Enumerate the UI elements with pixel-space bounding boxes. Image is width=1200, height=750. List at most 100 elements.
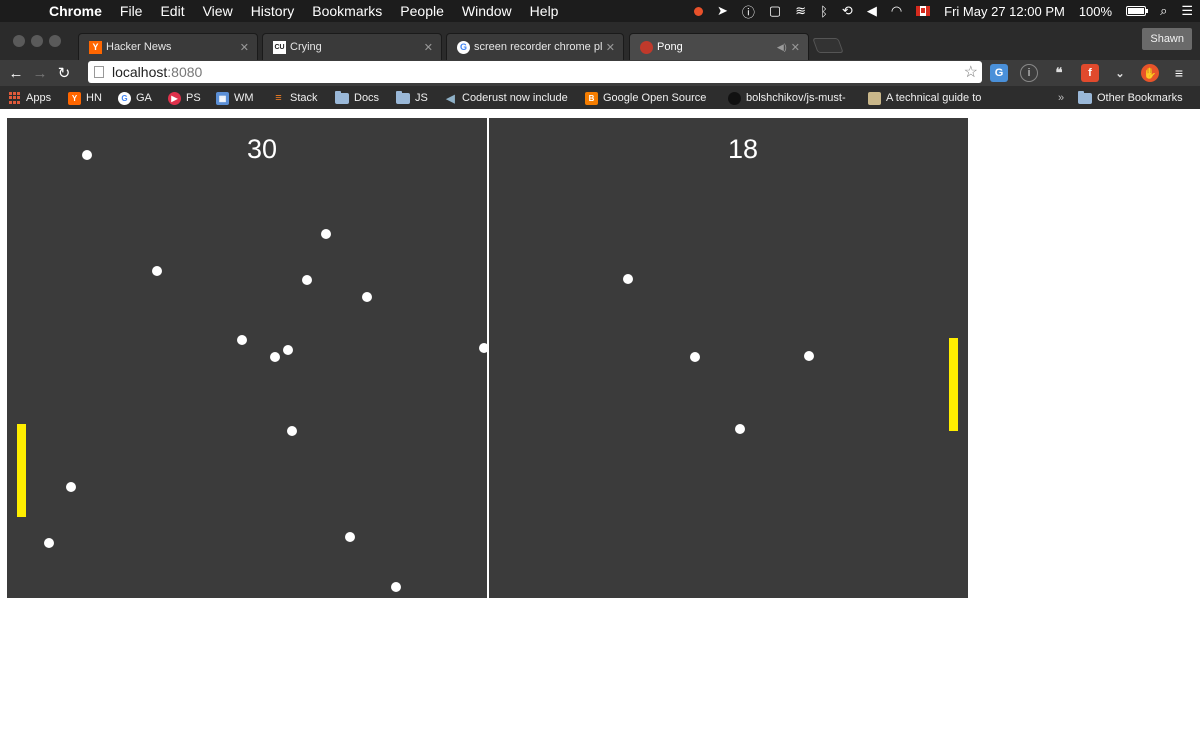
bookmark-technical-guide[interactable]: A technical guide to — [868, 90, 996, 106]
ball — [66, 482, 76, 492]
time-machine-icon[interactable]: ⟲ — [842, 3, 853, 19]
hacker-news-icon: Y — [68, 91, 81, 105]
audio-icon[interactable]: ◀) — [777, 42, 787, 53]
bookmark-ps[interactable]: ▶ PS — [168, 90, 201, 106]
close-icon[interactable]: ✕ — [240, 41, 249, 54]
translate-extension-icon[interactable]: G — [990, 64, 1008, 82]
browser-toolbar: ← → ↻ localhost:8080 ☆ G i ❝ f ⌄ ✋ ≡ — [0, 60, 1200, 86]
location-icon[interactable]: ➤ — [717, 3, 728, 19]
ball — [391, 582, 401, 592]
tab-crying[interactable]: CU Crying ✕ — [262, 33, 442, 60]
menu-file[interactable]: File — [111, 3, 152, 19]
ball — [690, 352, 700, 362]
ball — [479, 343, 489, 353]
recording-icon[interactable] — [693, 6, 703, 16]
feedback-extension-icon[interactable]: ❝ — [1050, 64, 1068, 82]
hacker-news-icon: Y — [89, 40, 102, 54]
address-bar[interactable]: localhost:8080 ☆ — [88, 61, 982, 83]
bookmark-docs[interactable]: Docs — [335, 90, 379, 106]
menu-window[interactable]: Window — [453, 3, 521, 19]
minimize-window-button[interactable] — [31, 35, 43, 47]
bluetooth-icon[interactable]: ᛒ — [820, 4, 828, 19]
coderust-icon: ◀ — [444, 91, 457, 105]
ball — [321, 229, 331, 239]
ball — [345, 532, 355, 542]
menu-help[interactable]: Help — [521, 3, 568, 19]
bookmark-label: Coderust now include — [462, 92, 568, 104]
bookmark-google-open-source[interactable]: B Google Open Source — [585, 90, 706, 106]
menu-bookmarks[interactable]: Bookmarks — [303, 3, 391, 19]
crying-icon: CU — [273, 40, 286, 54]
bookmark-stack[interactable]: ≡ Stack — [272, 90, 318, 106]
reload-icon[interactable]: ↻ — [52, 64, 76, 82]
bookmark-hn[interactable]: Y HN — [68, 90, 102, 106]
menu-edit[interactable]: Edit — [151, 3, 193, 19]
info-icon[interactable]: ⓘ — [742, 2, 755, 21]
menu-view[interactable]: View — [194, 3, 242, 19]
folder-icon — [1078, 90, 1092, 104]
sync-icon[interactable]: ≋ — [795, 3, 806, 19]
bookmark-label: PS — [186, 92, 201, 104]
bookmark-label: HN — [86, 92, 102, 104]
tab-pong[interactable]: Pong ◀) ✕ — [629, 33, 809, 60]
tab-strip: Y Hacker News ✕ CU Crying ✕ G screen rec… — [0, 22, 1200, 60]
bookmark-label: bolshchikov/js-must- — [746, 92, 846, 104]
chrome-menu-icon[interactable]: ≡ — [1170, 64, 1188, 82]
pocket-extension-icon[interactable]: ⌄ — [1111, 64, 1129, 82]
ball — [302, 275, 312, 285]
ball — [237, 335, 247, 345]
close-icon[interactable]: ✕ — [606, 41, 615, 54]
bookmark-ga[interactable]: G GA — [118, 90, 152, 106]
macos-menu-bar: Chrome File Edit View History Bookmarks … — [0, 0, 1200, 22]
ball — [44, 538, 54, 548]
back-icon[interactable]: ← — [4, 65, 28, 82]
clock[interactable]: Fri May 27 12:00 PM — [944, 4, 1065, 19]
menu-history[interactable]: History — [242, 3, 304, 19]
flipboard-extension-icon[interactable]: f — [1081, 64, 1099, 82]
bookmark-star-icon[interactable]: ☆ — [964, 62, 978, 82]
forward-icon[interactable]: → — [28, 65, 52, 82]
wifi-icon[interactable]: ◠ — [891, 3, 902, 19]
zoom-window-button[interactable] — [49, 35, 61, 47]
volume-icon[interactable]: ◀ — [867, 3, 877, 19]
menu-people[interactable]: People — [391, 3, 453, 19]
ball — [804, 351, 814, 361]
app-menu[interactable]: Chrome — [40, 3, 111, 19]
notification-center-icon[interactable]: ☰ — [1181, 3, 1193, 19]
battery-percent[interactable]: 100% — [1079, 4, 1112, 19]
more-bookmarks-icon[interactable]: » — [1058, 90, 1064, 106]
center-net — [487, 118, 489, 598]
close-window-button[interactable] — [13, 35, 25, 47]
bookmark-apps[interactable]: Apps — [8, 90, 51, 106]
bookmark-js[interactable]: JS — [396, 90, 428, 106]
blogger-icon: B — [585, 91, 598, 105]
bookmark-label: GA — [136, 92, 152, 104]
input-flag-icon[interactable] — [916, 6, 931, 16]
pong-canvas[interactable]: 30 18 — [7, 118, 968, 598]
bookmark-wm[interactable]: ▦ WM — [216, 90, 254, 106]
battery-icon[interactable] — [1126, 6, 1149, 16]
folder-icon — [335, 90, 349, 104]
ball — [623, 274, 633, 284]
wm-icon: ▦ — [216, 91, 229, 105]
adblock-extension-icon[interactable]: ✋ — [1141, 64, 1159, 82]
bookmark-label: Stack — [290, 92, 318, 104]
tab-title: Crying — [290, 41, 322, 53]
profile-button[interactable]: Shawn — [1142, 28, 1192, 50]
info-extension-icon[interactable]: i — [1020, 64, 1038, 82]
bookmark-label: A technical guide to — [886, 92, 982, 104]
folder-icon — [396, 90, 410, 104]
bookmark-other[interactable]: Other Bookmarks — [1078, 90, 1183, 106]
bookmark-js-must[interactable]: bolshchikov/js-must- — [728, 90, 854, 106]
bookmark-label: Apps — [26, 92, 52, 104]
spotlight-icon[interactable]: ⌕ — [1160, 3, 1167, 19]
window-icon[interactable]: ▢ — [769, 3, 781, 19]
tab-screen-recorder[interactable]: G screen recorder chrome plu ✕ — [446, 33, 624, 60]
close-icon[interactable]: ✕ — [424, 41, 433, 54]
bookmark-label: Google Open Source — [603, 92, 707, 104]
close-icon[interactable]: ✕ — [791, 41, 800, 54]
tab-hacker-news[interactable]: Y Hacker News ✕ — [78, 33, 258, 60]
new-tab-button[interactable] — [812, 38, 844, 53]
bookmark-coderust[interactable]: ◀ Coderust now include — [444, 90, 572, 106]
ball — [152, 266, 162, 276]
